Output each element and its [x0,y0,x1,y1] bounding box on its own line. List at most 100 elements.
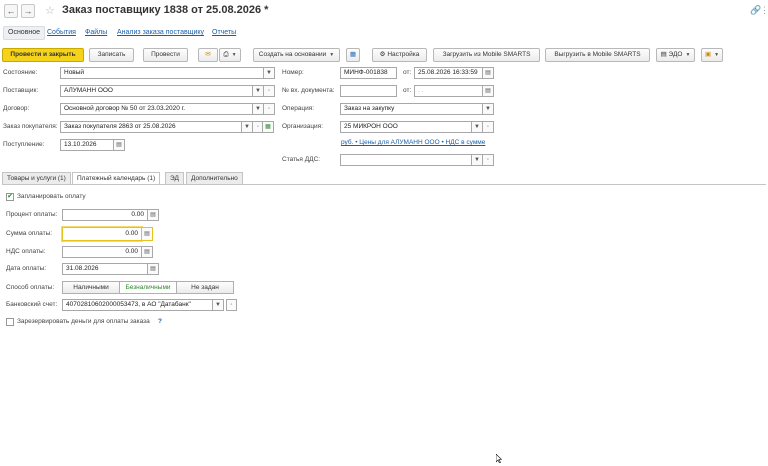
document-icon: ▣ [704,51,712,58]
incoming-from-label: от: [403,87,412,94]
payment-date-calendar-button[interactable]: ▤ [148,263,159,275]
arrow-right-icon: → [23,6,33,16]
from-label: от: [403,69,412,76]
organization-open-button[interactable]: ◦ [483,121,494,133]
favorite-star-icon[interactable]: ☆ [45,4,55,17]
back-button[interactable]: ← [4,4,18,18]
operation-field[interactable]: Заказ на закупку [340,103,483,115]
tab-ed[interactable]: ЭД [165,172,184,184]
organization-dropdown-button[interactable]: ▼ [472,121,483,133]
arrow-left-icon: ← [6,6,16,16]
percent-field[interactable]: 0.00 [62,209,148,221]
more-actions-button[interactable]: ▣ ▼ [701,48,723,62]
envelope-icon: ✉ [205,51,211,58]
payment-method-unset[interactable]: Не задан [176,281,234,294]
receipt-calendar-button[interactable]: ▤ [114,139,125,151]
open-link-icon: ◦ [486,124,490,130]
bank-account-dropdown-button[interactable]: ▼ [213,299,224,311]
state-field[interactable]: Новый [60,67,264,79]
contract-dropdown-button[interactable]: ▼ [253,103,264,115]
dds-label: Статья ДДС: [282,156,321,163]
calculator-icon: ▤ [144,249,150,255]
number-label: Номер: [282,69,304,76]
supplier-label: Поставщик: [3,87,39,94]
percent-calc-button[interactable]: ▤ [148,209,159,221]
chevron-down-icon: ▼ [685,52,691,58]
payment-method-cash[interactable]: Наличными [62,281,120,294]
state-label: Состояние: [3,69,38,76]
print-button[interactable]: ⎙ ▼ [219,48,241,62]
supplier-open-button[interactable]: ◦ [264,85,275,97]
supplier-field[interactable]: АЛУМАНН ООО [60,85,253,97]
create-based-on-button[interactable]: Создать на основании ▼ [253,48,340,62]
calendar-icon: ▤ [150,266,156,272]
price-settings-link[interactable]: руб. • Цены для АЛУМАНН ООО • НДС в сумм… [341,137,485,149]
unload-mobile-smarts-button[interactable]: Выгрузить в Mobile SMARTS [545,48,650,62]
section-main[interactable]: Основное [3,26,46,40]
customer-order-field[interactable]: Заказ покупателя 2863 от 25.08.2026 [60,121,242,133]
open-link-icon: ◦ [267,106,271,112]
payment-method-cashless[interactable]: Безналичными [119,281,177,294]
post-and-close-button[interactable]: Провести и закрыть [2,48,84,62]
percent-label: Процент оплаты: [6,211,58,218]
tab-additional[interactable]: Дополнительно [186,172,243,184]
incoming-date-field[interactable]: . . [414,85,483,97]
bank-account-field[interactable]: 40702810602000053473, в АО "Датабанк" [62,299,213,311]
customer-order-fill-button[interactable]: ▦ [262,121,274,133]
forward-button[interactable]: → [21,4,35,18]
save-button[interactable]: Записать [89,48,134,62]
fill-icon: ▦ [265,124,271,130]
operation-label: Операция: [282,105,315,112]
incoming-number-field[interactable] [340,85,397,97]
supplier-dropdown-button[interactable]: ▼ [253,85,264,97]
from-datetime-field[interactable]: 25.08.2026 16:33:59 [414,67,483,79]
sum-field[interactable]: 0.00 [62,227,142,241]
mouse-cursor-icon [496,454,502,463]
plan-payment-label: Запланировать оплату [17,193,86,200]
payment-date-field[interactable]: 31.08.2026 [62,263,148,275]
from-calendar-button[interactable]: ▤ [483,67,494,79]
calculator-icon: ▤ [144,231,150,237]
open-link-icon: ◦ [256,124,260,130]
dds-dropdown-button[interactable]: ▼ [472,154,483,166]
customer-order-label: Заказ покупателя: [3,123,58,130]
number-field[interactable]: МИНФ-001838 [340,67,397,79]
dds-field[interactable] [340,154,472,166]
settings-button[interactable]: ⚙ Настройка [372,48,427,62]
calculator-icon: ▤ [150,212,156,218]
sum-label: Сумма оплаты: [6,230,53,237]
dds-open-button[interactable]: ◦ [483,154,494,166]
organization-label: Организация: [282,123,324,130]
tab-goods-services[interactable]: Товары и услуги (1) [2,172,71,184]
load-mobile-smarts-button[interactable]: Загрузить из Mobile SMARTS [433,48,540,62]
structure-button[interactable]: ▦ [346,48,360,62]
chevron-down-icon: ▼ [329,52,335,58]
state-dropdown-button[interactable]: ▼ [264,67,275,79]
incoming-calendar-button[interactable]: ▤ [483,85,494,97]
vat-field[interactable]: 0.00 [62,246,142,258]
section-events[interactable]: События [47,26,76,40]
edo-button[interactable]: ▤ ЭДО ▼ [656,48,695,62]
vat-calc-button[interactable]: ▤ [142,246,153,258]
post-button[interactable]: Провести [143,48,188,62]
customer-order-dropdown-button[interactable]: ▼ [242,121,253,133]
operation-dropdown-button[interactable]: ▼ [483,103,494,115]
plan-payment-checkbox[interactable]: ✔ [6,193,14,201]
receipt-date-field[interactable]: 13.10.2026 [60,139,114,151]
section-order-analysis[interactable]: Анализ заказа поставщику [117,26,204,40]
bank-account-open-button[interactable]: ◦ [226,299,237,311]
mail-button[interactable]: ✉ [198,48,218,62]
structure-icon: ▦ [349,51,357,58]
section-files[interactable]: Файлы [85,26,107,40]
organization-field[interactable]: 25 МИКРОН ООО [340,121,472,133]
sum-calc-button[interactable]: ▤ [142,227,153,241]
contract-field[interactable]: Основной договор № 50 от 23.03.2020 г. [60,103,253,115]
more-icon[interactable]: ⋮ [760,5,768,16]
section-reports[interactable]: Отчеты [212,26,236,40]
printer-icon: ⎙ [223,51,229,58]
reserve-money-checkbox[interactable] [6,318,14,326]
page-title: Заказ поставщику 1838 от 25.08.2026 * [62,4,269,16]
help-icon[interactable]: ? [158,316,162,328]
incoming-number-label: № вх. документа: [282,87,335,94]
contract-open-button[interactable]: ◦ [264,103,275,115]
